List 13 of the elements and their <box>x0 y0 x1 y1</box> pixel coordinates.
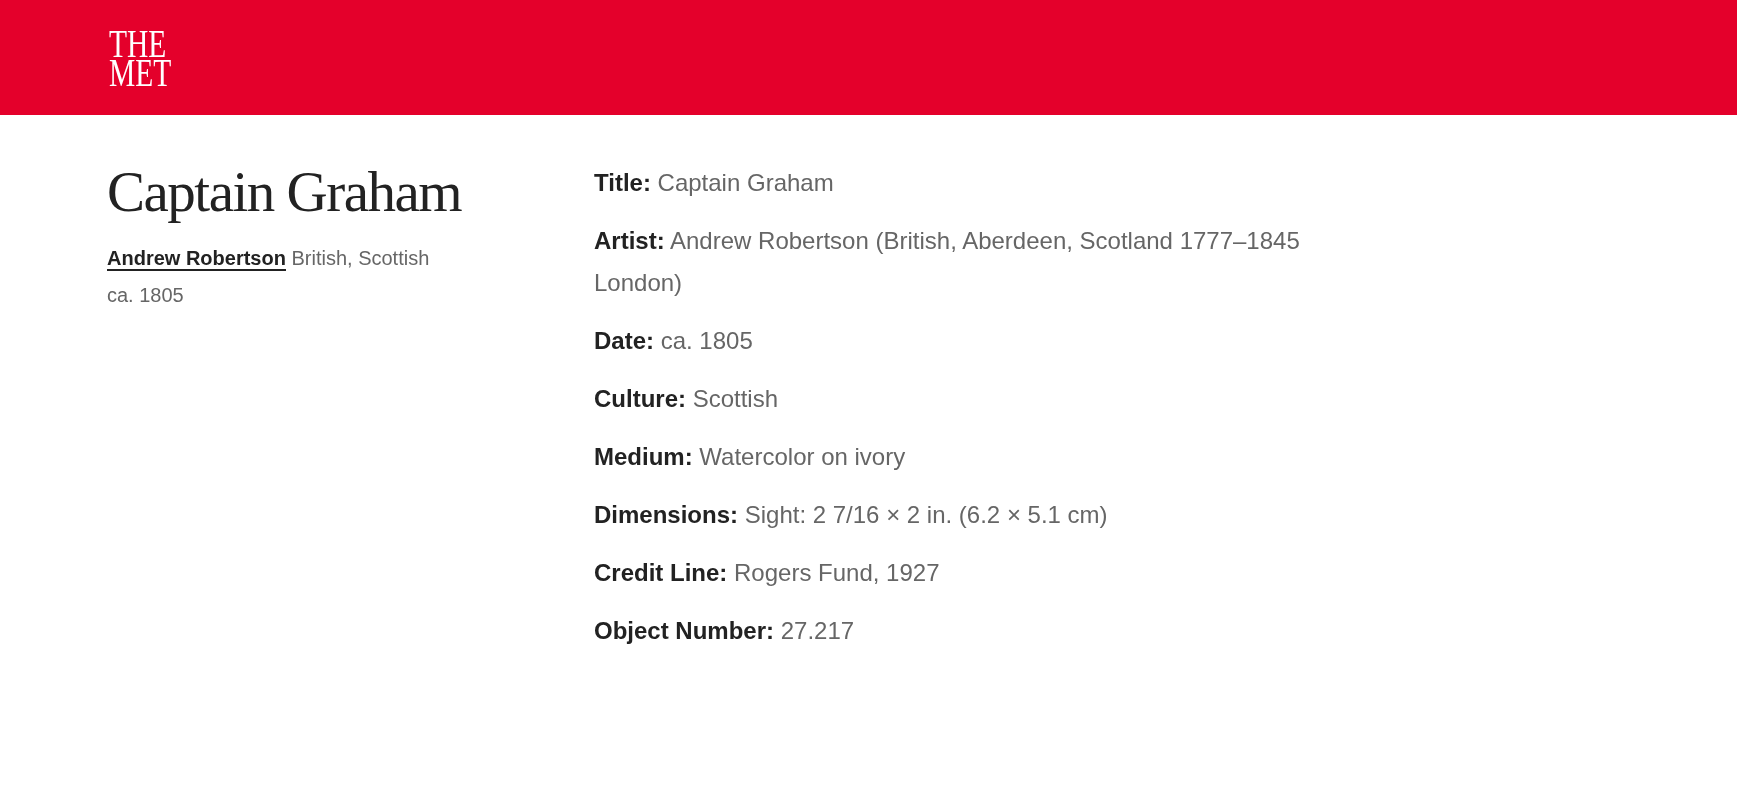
artwork-title: Captain Graham <box>107 160 463 224</box>
detail-entry: Dimensions: Sight: 2 7/16 × 2 in. (6.2 × 5.1 cm) <box>594 500 1108 530</box>
logo-link[interactable]: THE MET <box>109 27 172 88</box>
artist-link[interactable]: Andrew Robertson <box>107 247 286 271</box>
detail-entry: Credit Line: Rogers Fund, 1927 <box>594 558 940 588</box>
detail-entry: Culture: Scottish <box>594 384 779 414</box>
detail-entry: Title: Captain Graham <box>594 168 834 198</box>
artwork-date: ca. 1805 <box>107 284 184 306</box>
detail-entry: Object Number: 27.217 <box>594 616 855 646</box>
detail-entry: Medium: Watercolor on ivory <box>594 442 906 472</box>
artist-nationality: British, Scottish <box>291 247 430 269</box>
detail-entry: Artist: Andrew Robertson (British, Aberdeen, Scotland 1777–1845 London) <box>594 226 1301 298</box>
detail-entry: Date: ca. 1805 <box>594 326 753 356</box>
